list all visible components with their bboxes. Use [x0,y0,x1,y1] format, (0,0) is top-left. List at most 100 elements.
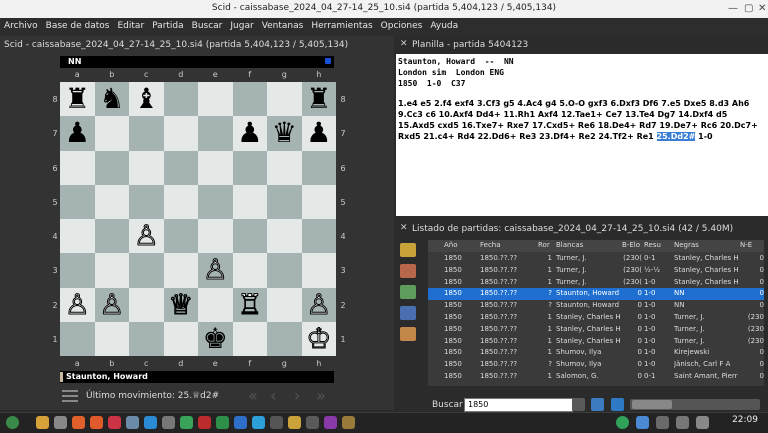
square-a6[interactable] [60,150,95,185]
reset-filter-icon[interactable] [611,398,624,411]
game-notation-pane[interactable]: Staunton, Howard -- NN London sim London … [396,54,768,216]
tray-icon[interactable] [636,416,649,429]
square-d8[interactable] [163,82,198,117]
bluetooth-icon[interactable] [676,416,689,429]
square-e3[interactable]: ♙ [198,253,233,288]
white-pawn-piece[interactable]: ♙ [133,221,159,250]
square-a2[interactable]: ♙ [60,287,95,322]
column-header[interactable]: B-Elo [622,241,642,249]
menu-base-de-datos[interactable]: Base de datos [42,18,114,31]
black-knight-piece[interactable]: ♞ [99,85,124,113]
column-header[interactable]: Blancas [556,241,620,249]
search-input[interactable]: 1850 [464,398,573,412]
column-header[interactable]: Ror [538,241,552,249]
start-menu-icon[interactable] [6,416,19,429]
square-b3[interactable] [94,253,129,288]
square-e5[interactable] [198,184,233,219]
menu-editar[interactable]: Editar [114,18,149,31]
maximize-icon[interactable]: ▢ [744,3,753,14]
square-c4[interactable]: ♙ [129,219,164,254]
square-b1[interactable] [94,321,129,356]
square-b6[interactable] [94,150,129,185]
app10-icon[interactable] [342,416,355,429]
stats-icon[interactable] [400,306,416,320]
current-move[interactable]: 25.Dd2# [656,132,696,141]
black-pawn-piece[interactable]: ♟ [306,119,331,147]
square-g8[interactable] [267,82,302,117]
app8-icon[interactable] [306,416,319,429]
square-d5[interactable] [163,184,198,219]
table-row[interactable]: 1850 1850.??.?? 1 Turner, J. (230(1-0 Stanley… [428,277,764,289]
square-b5[interactable] [94,184,129,219]
tag-icon[interactable] [400,243,416,257]
black-pawn-piece[interactable]: ♟ [237,119,262,147]
menu-buscar[interactable]: Buscar [188,18,227,31]
square-e4[interactable] [198,219,233,254]
table-row[interactable]: 1850 1850.??.??? Shumov, Ilya 0 1-0 Jänisch, … [428,359,764,371]
scid-icon[interactable] [288,416,301,429]
square-f4[interactable] [232,219,267,254]
black-pawn-piece[interactable]: ♟ [65,119,90,147]
telegram-icon[interactable] [144,416,157,429]
square-a4[interactable] [60,219,95,254]
close-notepad-icon[interactable]: ✕ [400,39,408,49]
menu-opciones[interactable]: Opciones [377,18,427,31]
white-pawn-piece[interactable]: ♙ [64,290,90,319]
square-a3[interactable] [60,253,95,288]
table-row[interactable]: 1850 1850.??.??? Staunton, Howard 0 1-0 NN 0 [428,288,764,300]
square-g1[interactable] [267,321,302,356]
square-h6[interactable] [301,150,336,185]
app9-icon[interactable] [324,416,337,429]
gamelist-table[interactable]: Año Fecha Ror Blancas B-Elo Resu Negras N-E 1850… [428,240,764,386]
network-icon[interactable] [656,416,669,429]
next-move-icon[interactable]: › [294,386,300,405]
square-d4[interactable] [163,219,198,254]
firefox-icon[interactable] [90,416,103,429]
menu-jugar[interactable]: Jugar [226,18,257,31]
square-d2[interactable]: ♕ [163,287,198,322]
black-king-piece[interactable]: ♚ [203,324,228,353]
app2-icon[interactable] [126,416,139,429]
square-f5[interactable] [232,184,267,219]
square-f3[interactable] [232,253,267,288]
white-queen-piece[interactable]: ♕ [168,290,194,319]
square-a7[interactable]: ♟ [60,116,95,151]
files-icon[interactable] [36,416,49,429]
square-c8[interactable]: ♝ [129,82,164,117]
square-f7[interactable]: ♟ [232,116,267,151]
black-bishop-piece[interactable]: ♝ [134,85,159,113]
filter-icon[interactable] [400,264,416,278]
square-e1[interactable]: ♚ [198,321,233,356]
column-header[interactable]: N-E [740,241,764,249]
app5-icon[interactable] [198,416,211,429]
column-header[interactable]: Negras [674,241,738,249]
black-rook-piece[interactable]: ♜ [306,85,331,113]
square-h3[interactable] [301,253,336,288]
white-pawn-piece[interactable]: ♙ [99,290,125,319]
refresh-icon[interactable] [591,398,604,411]
app4-icon[interactable] [180,416,193,429]
square-c3[interactable] [129,253,164,288]
app7-icon[interactable] [252,416,265,429]
table-row[interactable]: 1850 1850.??.?? 1 Shumov, Ilya 0 1-0 Kirejewsk… [428,347,764,359]
square-h7[interactable]: ♟ [301,116,336,151]
square-a1[interactable] [60,321,95,356]
square-f8[interactable] [232,82,267,117]
prev-move-icon[interactable]: ‹ [270,386,276,405]
first-move-icon[interactable]: « [248,386,258,405]
square-g6[interactable] [267,150,302,185]
table-row[interactable]: 1850 1850.??.?? 1 Salomon, G. 0 0-1 Saint Aman… [428,371,764,383]
square-e7[interactable] [198,116,233,151]
square-h1[interactable]: ♔ [301,321,336,356]
table-row[interactable]: 1850 1850.??.?? 1 Stanley, Charles H 0 1-0 Tur… [428,312,764,324]
square-a5[interactable] [60,184,95,219]
close-icon[interactable]: ✕ [758,3,766,14]
black-rook-piece[interactable]: ♜ [65,85,90,113]
square-b2[interactable]: ♙ [94,287,129,322]
app6-icon[interactable] [216,416,229,429]
square-d6[interactable] [163,150,198,185]
square-h5[interactable] [301,184,336,219]
square-f2[interactable]: ♖ [232,287,267,322]
board-icon[interactable] [400,327,416,341]
square-b4[interactable] [94,219,129,254]
